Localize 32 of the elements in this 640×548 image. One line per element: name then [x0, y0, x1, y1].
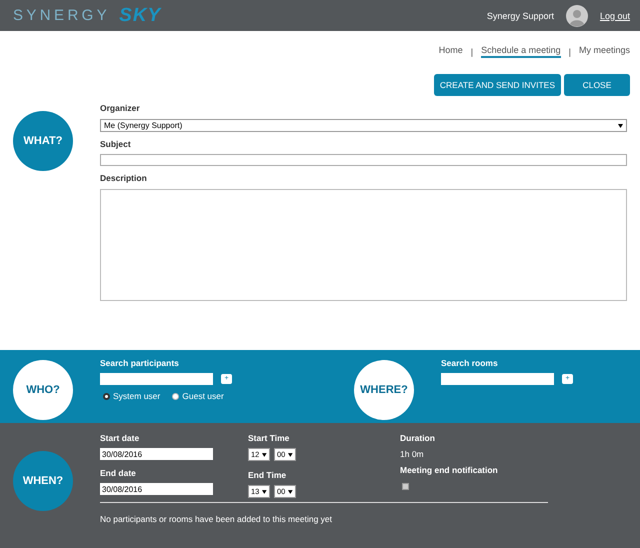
no-participants-message: No participants or rooms have been added to this meeting yet — [100, 514, 333, 524]
notification-label: Meeting end notification — [400, 465, 498, 475]
nav-separator: | — [470, 46, 474, 56]
organizer-label: Organizer — [100, 103, 141, 113]
user-type-radio[interactable]: System user — [103, 391, 160, 401]
subject-label: Subject — [100, 139, 132, 149]
close-button[interactable]: CLOSE — [564, 74, 630, 96]
start-date-field[interactable]: 30/08/2016 — [100, 448, 213, 460]
who-badge: WHO? — [13, 360, 73, 420]
where-badge: WHERE? — [354, 360, 414, 420]
start-date-label: Start date — [100, 433, 140, 443]
end-date-field[interactable]: 30/08/2016 — [100, 483, 213, 495]
description-label: Description — [100, 173, 148, 183]
user-type-radio[interactable]: Guest user — [172, 391, 224, 401]
duration-value: 1h 0m — [400, 449, 425, 459]
nav-link[interactable]: Schedule a meeting — [481, 45, 561, 58]
nav-link[interactable]: Home — [438, 45, 463, 58]
user-name: Synergy Support — [486, 10, 554, 20]
organizer-select[interactable]: Me (Synergy Support) — [100, 119, 627, 132]
what-badge: WHAT? — [13, 111, 73, 171]
duration-label: Duration — [400, 433, 436, 443]
when-badge: WHEN? — [13, 451, 73, 511]
nav-separator: | — [568, 46, 571, 56]
end-time-label: End Time — [248, 470, 288, 480]
logout-link[interactable]: Log out — [600, 10, 630, 20]
end-date-label: End date — [100, 468, 137, 478]
nav-link[interactable]: My meetings — [578, 45, 630, 58]
search-rooms-label: Search rooms — [441, 358, 499, 368]
create-and-send-invites-button[interactable]: CREATE AND SEND INVITES — [434, 74, 561, 96]
synergy-sky-logo: SYNERGY SKY — [13, 4, 162, 26]
search-participants-label: Search participants — [100, 358, 180, 368]
start-time-label: Start Time — [248, 433, 290, 443]
